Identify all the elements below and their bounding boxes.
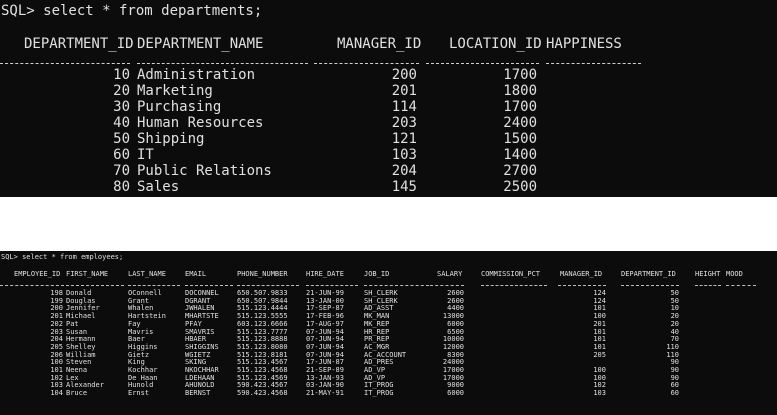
cell-email: BERNST bbox=[185, 389, 211, 398]
separator bbox=[314, 63, 419, 65]
col-email: EMAIL bbox=[185, 270, 207, 278]
cell-department-id: 60 bbox=[670, 389, 679, 398]
cell-department-name: Administration bbox=[137, 67, 256, 83]
cell-department-name: Purchasing bbox=[137, 99, 222, 115]
cell-location-id: 1700 bbox=[503, 99, 537, 115]
separator bbox=[306, 285, 358, 287]
separator bbox=[726, 285, 756, 287]
cell-department-id: 60 bbox=[113, 147, 130, 163]
cell-department-id: 40 bbox=[113, 115, 130, 131]
col-department-id: DEPARTMENT_ID bbox=[24, 36, 134, 52]
cell-department-name: Human Resources bbox=[137, 115, 264, 131]
employees-terminal: SQL> select * from employees; EMPLOYEE_I… bbox=[0, 251, 777, 415]
col-mood: MOOD bbox=[726, 270, 743, 278]
col-department-id: DEPARTMENT_ID bbox=[621, 270, 676, 278]
cell-location-id: 2500 bbox=[503, 179, 537, 195]
cell-manager-id: 205 bbox=[593, 350, 606, 359]
cell-department-id: 50 bbox=[113, 131, 130, 147]
col-salary: SALARY bbox=[437, 270, 463, 278]
col-location-id: LOCATION_ID bbox=[449, 36, 542, 52]
cell-phone-number: 590.423.4568 bbox=[237, 389, 288, 398]
separator bbox=[695, 285, 721, 287]
cell-location-id: 1500 bbox=[503, 131, 537, 147]
col-phone-number: PHONE_NUMBER bbox=[237, 270, 288, 278]
cell-manager-id: 103 bbox=[593, 389, 606, 398]
cell-hire-date: 21-MAY-91 bbox=[306, 389, 344, 398]
separator bbox=[430, 285, 464, 287]
col-height: HEIGHT bbox=[695, 270, 721, 278]
cell-job-id: IT_PROG bbox=[364, 389, 394, 398]
cell-first-name: Bruce bbox=[66, 389, 88, 398]
cell-salary: 6000 bbox=[447, 389, 464, 398]
cell-location-id: 1800 bbox=[503, 83, 537, 99]
departments-terminal: SQL> select * from departments; DEPARTME… bbox=[0, 0, 777, 197]
separator bbox=[558, 285, 606, 287]
cell-manager-id: 204 bbox=[391, 163, 417, 179]
separator bbox=[237, 285, 299, 287]
cell-department-id: 20 bbox=[113, 83, 130, 99]
cell-department-name: Marketing bbox=[137, 83, 213, 99]
cell-manager-id: 121 bbox=[391, 131, 417, 147]
col-hire-date: HIRE_DATE bbox=[306, 270, 344, 278]
cell-manager-id: 203 bbox=[391, 115, 417, 131]
separator bbox=[0, 63, 130, 65]
cell-department-id: 80 bbox=[113, 179, 130, 195]
cell-department-name: Public Relations bbox=[137, 163, 272, 179]
cell-location-id: 1400 bbox=[503, 147, 537, 163]
cell-employee-id: 104 bbox=[50, 389, 63, 398]
col-manager-id: MANAGER_ID bbox=[560, 270, 603, 278]
col-manager-id: MANAGER_ID bbox=[337, 36, 422, 52]
cell-location-id: 2400 bbox=[503, 115, 537, 131]
cell-department-name: Shipping bbox=[137, 131, 205, 147]
cell-manager-id: 103 bbox=[391, 147, 417, 163]
sql-prompt-employees: SQL> select * from employees; bbox=[1, 253, 124, 261]
col-department-name: DEPARTMENT_NAME bbox=[137, 36, 264, 52]
cell-manager-id: 145 bbox=[391, 179, 417, 195]
cell-department-name: IT bbox=[137, 147, 154, 163]
col-happiness: HAPPINESS bbox=[546, 36, 622, 52]
separator bbox=[426, 63, 539, 65]
separator bbox=[128, 285, 180, 287]
separator bbox=[364, 285, 429, 287]
separator bbox=[546, 63, 641, 65]
separator bbox=[185, 285, 233, 287]
separator bbox=[0, 285, 64, 287]
cell-location-id: 2700 bbox=[503, 163, 537, 179]
col-employee-id: EMPLOYEE_ID bbox=[14, 270, 61, 278]
cell-location-id: 1700 bbox=[503, 67, 537, 83]
separator bbox=[481, 285, 547, 287]
separator bbox=[66, 285, 124, 287]
cell-department-name: Sales bbox=[137, 179, 180, 195]
cell-manager-id: 201 bbox=[391, 83, 417, 99]
separator bbox=[621, 285, 679, 287]
sql-prompt-departments: SQL> select * from departments; bbox=[1, 3, 263, 19]
cell-department-id: 10 bbox=[113, 67, 130, 83]
col-first-name: FIRST_NAME bbox=[66, 270, 109, 278]
cell-department-id: 30 bbox=[113, 99, 130, 115]
cell-last-name: Ernst bbox=[128, 389, 150, 398]
cell-manager-id: 200 bbox=[391, 67, 417, 83]
cell-department-id: 70 bbox=[113, 163, 130, 179]
cell-manager-id: 114 bbox=[391, 99, 417, 115]
col-last-name: LAST_NAME bbox=[128, 270, 166, 278]
col-commission-pct: COMMISSION_PCT bbox=[481, 270, 541, 278]
col-job-id: JOB_ID bbox=[364, 270, 390, 278]
separator bbox=[137, 63, 308, 65]
